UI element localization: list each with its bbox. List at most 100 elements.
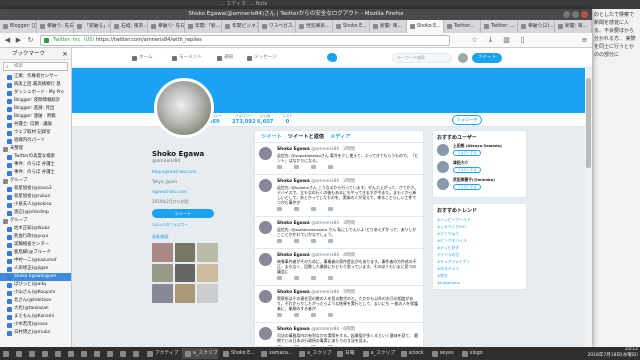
profile-name[interactable]: Shoko Egawa xyxy=(152,150,252,158)
followers-you-know[interactable]: 2624人のフォロワー xyxy=(152,222,252,228)
recommended-user[interactable]: 武田美穂子(@mineko) フォローする xyxy=(437,177,522,194)
tweet[interactable]: Shoko Egawa @amneris84 · 2時間 返信先: @yopaki… xyxy=(255,143,423,175)
url-bar[interactable]: Twitter, Inc. (US) https://twitter.com/a… xyxy=(40,35,450,46)
tweet-avatar[interactable] xyxy=(259,147,272,160)
media-thumbnail[interactable] xyxy=(152,263,173,283)
message-icon[interactable] xyxy=(328,207,333,211)
taskbar-launcher[interactable] xyxy=(27,348,38,359)
taskbar-window[interactable]: アクティブ xyxy=(144,348,180,359)
stat-item[interactable]: リスト 0 xyxy=(282,114,293,125)
bookmark-item[interactable]: 江尾：作権者センサー xyxy=(0,73,71,81)
reload-icon[interactable]: ↻ xyxy=(26,36,35,45)
trend-item[interactable]: #ハッピーワールド xyxy=(437,216,522,223)
bookmark-item[interactable]: 病実上后.最高検察行 基 xyxy=(0,81,71,89)
user-avatar[interactable] xyxy=(458,53,468,63)
bookmark-item[interactable]: Blogger: 夜間情報総計 xyxy=(0,97,71,105)
browser-tab[interactable]: 拳破り: 先日... xyxy=(148,20,185,33)
browser-tab[interactable]: Shoko E... xyxy=(333,20,370,33)
like-icon[interactable] xyxy=(311,239,316,243)
tweet-to-button[interactable]: ツイート xyxy=(152,209,214,218)
feed-tab[interactable]: メディア xyxy=(330,133,350,140)
firefox-window[interactable]: Shoko Egawa(@amneris84)さん | Twitterからの安全… xyxy=(0,9,592,347)
taskbar-window[interactable]: xlogo xyxy=(459,348,486,359)
tweet[interactable]: Shoko Egawa @amneris84 · 5時間 警察所はその連任官の数の… xyxy=(255,286,423,323)
browser-tab[interactable]: Shoko E... xyxy=(407,20,444,33)
bookmark-item[interactable]: 大岩(@taiwazan xyxy=(0,305,71,313)
taskbar-launcher[interactable] xyxy=(92,348,103,359)
trend-item[interactable]: #ピンクモバイル xyxy=(437,237,522,244)
bookmark-item[interactable]: ウェブ取材 記録室 xyxy=(0,129,71,137)
close-sidebar-icon[interactable]: × xyxy=(62,48,68,60)
rec-avatar[interactable] xyxy=(437,161,449,173)
browser-tab[interactable]: Twitter: ... xyxy=(481,20,518,33)
background-window[interactable]: のとしたで検察で新聞を感覚に入る。不会要ほから分かれる方、 実際を同士に行うとか… xyxy=(592,9,640,347)
rec-follow-button[interactable]: フォローする xyxy=(453,150,481,156)
twitter-bird-icon[interactable] xyxy=(327,53,337,62)
stat-item[interactable]: フォロワー 273,092 xyxy=(232,114,256,125)
following-button[interactable]: フォロー中 xyxy=(452,115,482,125)
recommended-user[interactable]: 津田大介 フォローする xyxy=(437,160,522,177)
bookmark-item[interactable]: Twitterの高度な検索 xyxy=(0,153,71,161)
tweet-avatar[interactable] xyxy=(259,179,272,192)
tweet-avatar[interactable] xyxy=(259,253,272,266)
bookmark-item[interactable]: ダッシュボード · My Pro xyxy=(0,89,71,97)
browser-tab[interactable]: 拳破り: 先日... xyxy=(37,20,74,33)
browser-tab[interactable]: ワスベガス... xyxy=(259,20,296,33)
tweet-avatar[interactable] xyxy=(259,290,272,303)
like-icon[interactable] xyxy=(311,276,316,280)
taskbar-window[interactable]: xamaca... xyxy=(258,348,294,359)
rec-follow-button[interactable]: フォローする xyxy=(453,184,481,190)
bookmark-item[interactable]: Shoko Egawa(@am xyxy=(0,273,71,281)
taskbar-window[interactable]: a_スクリプト xyxy=(182,348,218,359)
bookmark-item[interactable]: 日村博之(@muka xyxy=(0,329,71,337)
message-icon[interactable] xyxy=(328,276,333,280)
twitter-search-input[interactable]: キーワード検索 xyxy=(392,53,452,63)
bookmark-folder[interactable]: グループ xyxy=(0,217,71,225)
taskbar-window[interactable]: a_スクリプト xyxy=(296,348,332,359)
reply-icon[interactable] xyxy=(277,165,282,169)
trend-item[interactable]: #地方 xyxy=(437,272,522,279)
download-icon[interactable]: ↓ xyxy=(486,36,495,45)
bookmark-item[interactable]: 人形修正(@jigan xyxy=(0,265,71,273)
bookmark-item[interactable]: 小木若茂(@sasa xyxy=(0,321,71,329)
like-icon[interactable] xyxy=(311,313,316,317)
tweet[interactable]: Shoko Egawa @amneris84 · 3時間 返信先: @asaiak… xyxy=(255,217,423,249)
browser-tab[interactable]: 年間ビジネス... xyxy=(222,20,259,33)
media-thumbnail[interactable] xyxy=(197,284,218,303)
clock[interactable]: 23:12 2018年7月18日(水曜日) xyxy=(587,347,638,359)
reply-icon[interactable] xyxy=(277,239,282,243)
browser-tab[interactable]: 性犯罪系... xyxy=(296,20,333,33)
tweet[interactable]: Shoko Egawa @amneris84 · 4時間 映像事件者がそのために、… xyxy=(255,249,423,286)
rec-avatar[interactable] xyxy=(437,144,449,156)
bookmark-search-input[interactable]: ⌕ 検索 xyxy=(3,62,68,71)
taskbar-launcher[interactable] xyxy=(131,348,142,359)
menu-icon[interactable]: ≡ xyxy=(580,36,589,45)
bookmark-item[interactable]: 鹿島縁(@ブルーク xyxy=(0,249,71,257)
browser-tab[interactable]: 石蛭: 東京... xyxy=(111,20,148,33)
message-icon[interactable] xyxy=(328,313,333,317)
taskbar-window[interactable]: Shoko E... xyxy=(220,348,256,359)
taskbar-launcher[interactable] xyxy=(105,348,116,359)
stat-item[interactable]: いいね 6,607 xyxy=(257,114,273,125)
reply-icon[interactable] xyxy=(277,207,282,211)
taskbar-launcher[interactable] xyxy=(118,348,129,359)
bookmark-item[interactable]: 渡辺(@jshikdmp xyxy=(0,209,71,217)
retweet-icon[interactable] xyxy=(294,313,299,317)
bookmark-item[interactable]: Blogger: 連破 · 原稿 xyxy=(0,113,71,121)
media-thumbnail[interactable] xyxy=(152,243,173,262)
like-icon[interactable] xyxy=(311,165,316,169)
nav-home[interactable]: ホーム xyxy=(132,48,153,68)
scrollbar-thumb[interactable] xyxy=(586,78,591,168)
bookmark-item[interactable]: 佐木正知(@tkuka xyxy=(0,225,71,233)
sidebar-toggle-icon[interactable]: ▯ xyxy=(518,36,527,45)
bookmarks-icon[interactable]: ☆ xyxy=(470,36,479,45)
like-icon[interactable] xyxy=(311,207,316,211)
media-thumbnail[interactable] xyxy=(174,243,196,262)
rec-follow-button[interactable]: フォローする xyxy=(453,167,481,173)
trend-item[interactable]: #しゃべくり007 xyxy=(437,223,522,230)
trend-item[interactable]: アイドルの日 xyxy=(437,251,522,258)
window-titlebar[interactable]: Shoko Egawa(@amneris84)さん | Twitterからの安全… xyxy=(0,9,592,20)
reply-icon[interactable] xyxy=(277,313,282,317)
message-icon[interactable] xyxy=(328,239,333,243)
browser-tab[interactable]: 年間:「新... xyxy=(185,20,222,33)
